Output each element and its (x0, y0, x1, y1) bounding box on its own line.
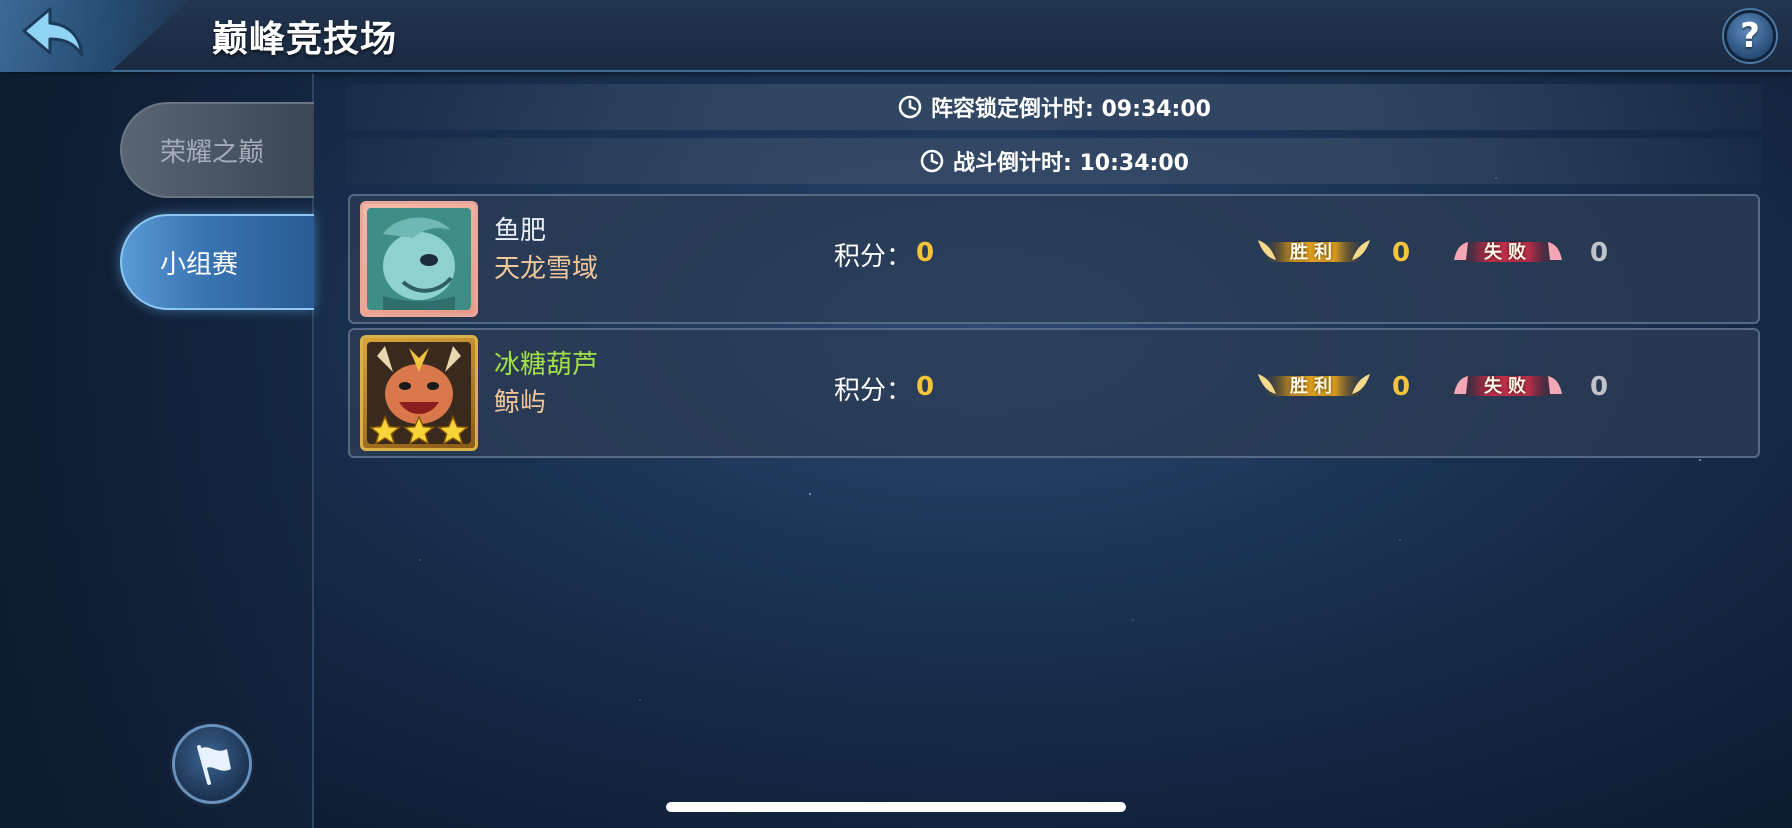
star-icon (437, 415, 469, 446)
tab-label: 荣耀之巅 (160, 137, 265, 168)
win-badge: 胜利 (1254, 234, 1374, 268)
lose-badge: 失败 (1448, 368, 1568, 402)
score-value: 0 (916, 238, 935, 268)
player-row[interactable]: 冰糖葫芦 鲸屿 积分： 0 胜利 0 失败 0 (348, 328, 1760, 458)
player-name: 冰糖葫芦 (494, 350, 599, 380)
help-button[interactable]: ? (1724, 10, 1776, 62)
player-server: 天龙雪域 (494, 254, 599, 284)
win-label: 胜利 (1290, 242, 1338, 263)
top-bar: 巅峰竞技场 ? (0, 0, 1792, 72)
player-avatar[interactable] (360, 201, 478, 317)
flag-button[interactable] (172, 724, 252, 804)
losses-value: 0 (1590, 238, 1609, 268)
dragon-portrait-icon (367, 208, 471, 310)
question-icon: ? (1740, 16, 1760, 56)
win-label: 胜利 (1290, 376, 1338, 397)
tab-label: 小组赛 (160, 249, 239, 280)
player-name: 鱼肥 (494, 216, 547, 246)
lose-label: 失败 (1484, 376, 1532, 397)
clock-icon (920, 149, 944, 173)
player-row[interactable]: 鱼肥 天龙雪域 积分： 0 胜利 0 失败 0 (348, 194, 1760, 324)
flag-icon (197, 745, 231, 785)
player-avatar[interactable] (360, 335, 478, 451)
tab-glory-peak[interactable]: 荣耀之巅 (120, 102, 314, 198)
sidebar: 荣耀之巅 小组赛 (0, 74, 314, 828)
player-server: 鲸屿 (494, 388, 547, 418)
tab-group-stage[interactable]: 小组赛 (120, 214, 314, 310)
score-value: 0 (916, 372, 935, 402)
wins-value: 0 (1392, 372, 1411, 402)
lose-badge: 失败 (1448, 234, 1568, 268)
score-label: 积分： (834, 242, 913, 272)
battle-timer-text: 战斗倒计时: 10:34:00 (953, 151, 1189, 176)
lineup-lock-timer: 阵容锁定倒计时: 09:34:00 (346, 84, 1762, 130)
star-icon (369, 415, 401, 446)
clock-icon (898, 95, 922, 119)
star-icon (403, 415, 435, 446)
page-title: 巅峰竞技场 (212, 19, 398, 60)
back-arrow-icon (22, 7, 84, 57)
losses-value: 0 (1590, 372, 1609, 402)
star-rating (363, 414, 475, 448)
back-button[interactable] (14, 2, 94, 64)
battle-timer: 战斗倒计时: 10:34:00 (346, 138, 1762, 184)
home-indicator[interactable] (666, 802, 1126, 812)
win-badge: 胜利 (1254, 368, 1374, 402)
lose-label: 失败 (1484, 242, 1532, 263)
lineup-lock-text: 阵容锁定倒计时: 09:34:00 (931, 97, 1211, 122)
score-label: 积分： (834, 376, 913, 406)
wins-value: 0 (1392, 238, 1411, 268)
